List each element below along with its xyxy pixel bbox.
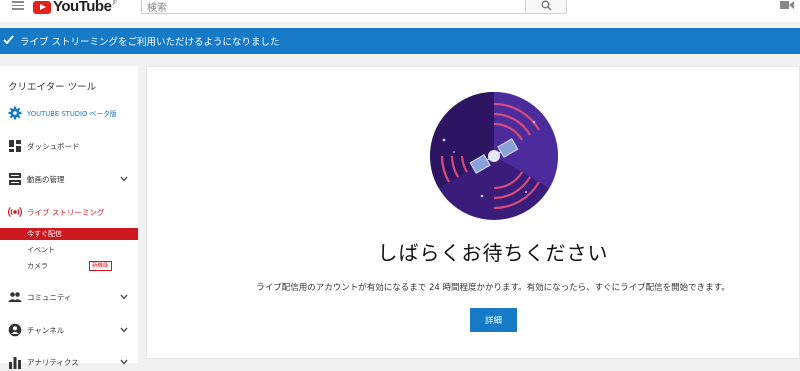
sidebar-item-label: コミュニティ bbox=[27, 293, 72, 302]
sidebar-item-label: ダッシュボード bbox=[27, 142, 80, 151]
sidebar-subitem-label: カメラ bbox=[27, 262, 48, 270]
sidebar-title: クリエイター ツール bbox=[8, 82, 97, 93]
play-logo-icon bbox=[33, 0, 51, 14]
page-title: しばらくお待ちください bbox=[377, 241, 609, 265]
live-icon bbox=[8, 206, 22, 218]
chevron-down-icon[interactable] bbox=[119, 325, 129, 335]
sidebar-subitem-label: イベント bbox=[27, 246, 55, 254]
sidebar-subitem-label: 今すぐ配信 bbox=[27, 230, 62, 238]
sidebar-subitem-events[interactable]: イベント bbox=[0, 244, 138, 256]
page-description: ライブ配信用のアカウントが有効になるまで 24 時間程度かかります。有効になった… bbox=[256, 283, 730, 293]
chevron-down-icon[interactable] bbox=[119, 174, 129, 184]
sidebar-item-community[interactable]: コミュニティ bbox=[0, 290, 138, 306]
banner-message: ライブ ストリーミングをご利用いただけるようになりました bbox=[20, 37, 280, 48]
search-icon bbox=[541, 0, 552, 11]
sidebar-item-live-streaming[interactable]: ライブ ストリーミング bbox=[0, 205, 138, 221]
analytics-icon bbox=[9, 357, 21, 369]
search-placeholder: 検索 bbox=[147, 3, 167, 14]
search-input[interactable]: 検索 bbox=[141, 0, 526, 14]
sidebar-item-label: YOUTUBE STUDIO ベータ版 bbox=[27, 110, 117, 118]
gear-icon bbox=[8, 106, 22, 120]
video-manager-icon bbox=[9, 173, 21, 185]
sidebar-subitem-camera[interactable]: カメラ 新機能 bbox=[0, 260, 138, 272]
sidebar-item-label: 動画の管理 bbox=[27, 175, 65, 184]
main-content-card: しばらくお待ちください ライブ配信用のアカウントが有効になるまで 24 時間程度… bbox=[146, 66, 800, 359]
notification-banner: ライブ ストリーミングをご利用いただけるようになりました bbox=[0, 28, 800, 54]
sidebar-item-label: ライブ ストリーミング bbox=[27, 208, 105, 217]
channel-icon bbox=[8, 323, 22, 337]
upload-camera-icon[interactable] bbox=[780, 0, 794, 10]
logo-text: YouTube bbox=[53, 0, 112, 15]
community-icon bbox=[8, 292, 22, 302]
new-feature-badge: 新機能 bbox=[89, 261, 112, 271]
sidebar-subitem-stream-now[interactable]: 今すぐ配信 bbox=[0, 228, 138, 240]
sidebar-item-channel[interactable]: チャンネル bbox=[0, 323, 138, 339]
chevron-down-icon[interactable] bbox=[119, 357, 129, 367]
check-icon bbox=[3, 35, 14, 45]
youtube-logo[interactable]: YouTube JP bbox=[33, 0, 117, 14]
sidebar-item-analytics[interactable]: アナリティクス bbox=[0, 355, 138, 371]
sidebar-item-youtube-studio[interactable]: YOUTUBE STUDIO ベータ版 bbox=[0, 106, 138, 122]
chevron-down-icon[interactable] bbox=[119, 292, 129, 302]
satellite-illustration bbox=[430, 92, 558, 220]
top-bar: YouTube JP 検索 bbox=[0, 0, 800, 22]
sidebar-item-video-manager[interactable]: 動画の管理 bbox=[0, 172, 138, 188]
dashboard-icon bbox=[9, 140, 21, 152]
sidebar-item-dashboard[interactable]: ダッシュボード bbox=[0, 139, 138, 155]
sidebar-item-label: チャンネル bbox=[27, 326, 65, 335]
details-button[interactable]: 詳細 bbox=[470, 308, 517, 332]
search-button[interactable] bbox=[525, 0, 567, 14]
hamburger-menu-icon[interactable] bbox=[12, 1, 24, 11]
logo-region: JP bbox=[112, 0, 117, 6]
creator-tools-sidebar: クリエイター ツール YOUTUBE STUDIO ベータ版 ダッシュボード 動… bbox=[0, 66, 138, 369]
